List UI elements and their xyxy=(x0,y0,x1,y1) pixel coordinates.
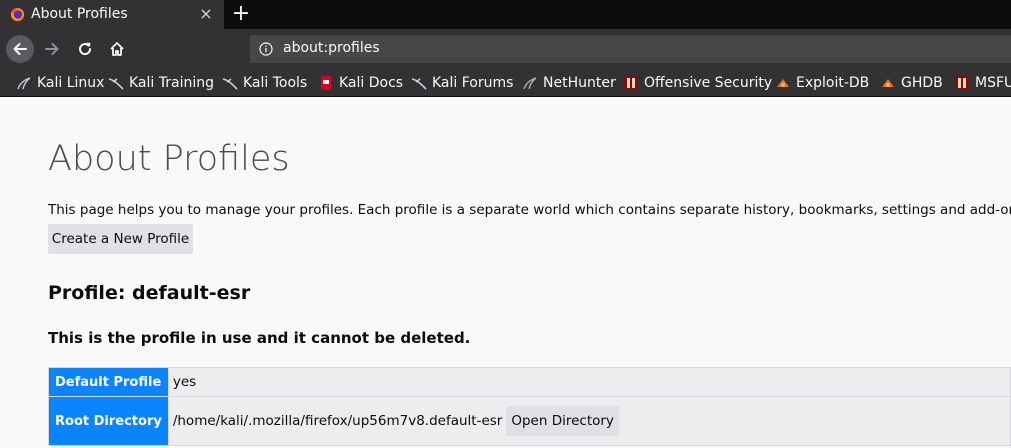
exploit-db-icon xyxy=(777,79,789,87)
bookmark-kali-docs[interactable]: Kali Docs xyxy=(318,73,403,93)
page-description: This page helps you to manage your profi… xyxy=(48,202,1011,218)
root-directory-path: /home/kali/.mozilla/firefox/up56m7v8.def… xyxy=(172,413,503,429)
table-row: Default Profile yes xyxy=(48,367,1011,397)
kali-dragon-icon xyxy=(108,78,124,90)
default-profile-value: yes xyxy=(167,367,1011,397)
page-title: About Profiles xyxy=(48,139,290,179)
info-icon[interactable] xyxy=(259,42,273,56)
home-icon xyxy=(110,42,124,56)
navigation-toolbar: about:profiles xyxy=(0,29,1011,70)
kali-dragon-icon xyxy=(222,78,238,90)
bookmark-offensive-security[interactable]: Offensive Security xyxy=(623,73,772,93)
back-arrow-icon xyxy=(13,43,27,55)
kali-dragon-icon xyxy=(17,77,31,90)
bookmark-kali-training[interactable]: Kali Training xyxy=(108,73,214,93)
bookmark-kali-forums[interactable]: Kali Forums xyxy=(411,73,513,93)
kali-dragon-icon xyxy=(411,78,427,90)
bookmark-kali-tools[interactable]: Kali Tools xyxy=(222,73,307,93)
tab-strip: About Profiles × + xyxy=(0,0,1011,29)
offsec-icon xyxy=(955,76,969,90)
page-content: About Profiles This page helps you to ma… xyxy=(0,97,1011,448)
home-button[interactable] xyxy=(103,35,131,63)
close-tab-icon[interactable]: × xyxy=(197,5,215,23)
root-directory-cell: /home/kali/.mozilla/firefox/up56m7v8.def… xyxy=(167,396,1011,446)
new-tab-button[interactable]: + xyxy=(229,3,253,25)
forward-arrow-icon xyxy=(45,43,59,55)
bookmark-nethunter[interactable]: NetHunter xyxy=(522,73,616,93)
tab-about-profiles[interactable]: About Profiles × xyxy=(0,0,224,29)
default-profile-label: Default Profile xyxy=(48,367,169,397)
root-directory-label: Root Directory xyxy=(48,396,169,446)
profile-details-table: Default Profile yes Root Directory /home… xyxy=(48,367,1011,446)
profile-in-use-note: This is the profile in use and it cannot… xyxy=(48,329,471,347)
nethunter-icon xyxy=(523,77,537,90)
tab-title: About Profiles xyxy=(31,6,128,22)
profile-heading: Profile: default-esr xyxy=(48,282,251,304)
firefox-icon xyxy=(10,7,25,22)
bookmark-kali-linux[interactable]: Kali Linux xyxy=(16,73,104,93)
open-directory-button[interactable]: Open Directory xyxy=(506,406,619,436)
address-bar[interactable]: about:profiles xyxy=(250,35,1011,63)
bookmarks-toolbar: Kali Linux Kali Training Kali Tools Kali… xyxy=(0,70,1011,97)
forward-button[interactable] xyxy=(38,35,66,63)
reload-icon xyxy=(79,42,92,56)
exploit-db-icon xyxy=(882,79,894,87)
offsec-icon xyxy=(624,76,638,90)
bookmark-ghdb[interactable]: GHDB xyxy=(880,73,943,93)
reload-button[interactable] xyxy=(71,35,99,63)
table-row: Root Directory /home/kali/.mozilla/firef… xyxy=(48,396,1011,446)
create-new-profile-button[interactable]: Create a New Profile xyxy=(48,224,193,254)
bookmark-exploit-db[interactable]: Exploit-DB xyxy=(775,73,869,93)
bookmark-msfu[interactable]: MSFU xyxy=(954,73,1011,93)
back-button[interactable] xyxy=(6,35,34,63)
url-text[interactable]: about:profiles xyxy=(283,40,380,56)
kali-docs-icon xyxy=(321,76,331,90)
